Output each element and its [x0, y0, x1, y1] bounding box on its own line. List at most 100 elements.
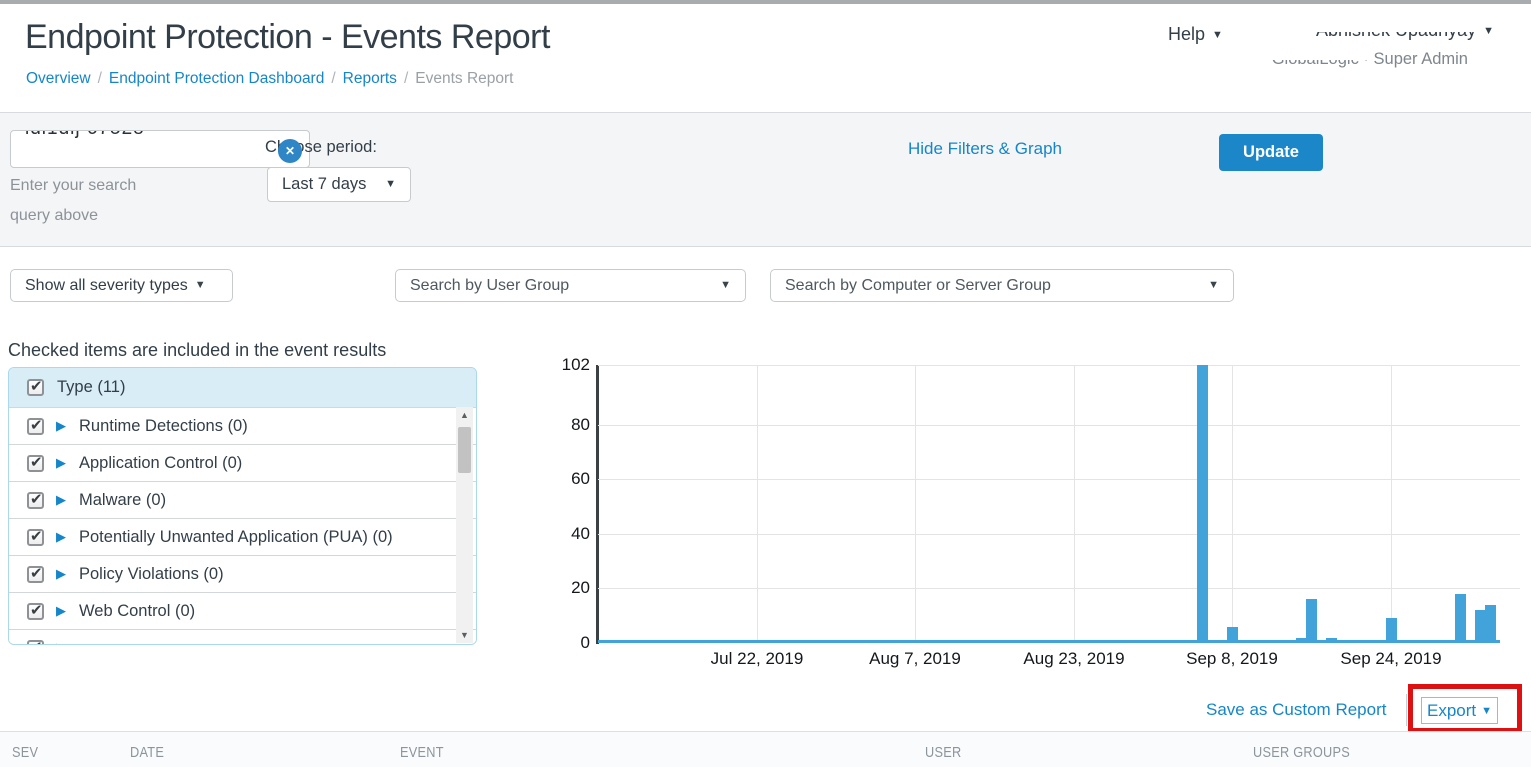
- checkbox[interactable]: ✔: [27, 455, 44, 472]
- chart-x-tick-label: Sep 24, 2019: [1321, 649, 1461, 669]
- expand-right-icon[interactable]: ▶: [56, 492, 66, 508]
- chart-bar: [1485, 605, 1496, 643]
- breadcrumb-item[interactable]: Endpoint Protection Dashboard: [109, 70, 324, 87]
- check-icon: ✔: [30, 527, 43, 545]
- checklist-item-label: Policy Violations (0): [79, 565, 224, 584]
- checklist-item-label: Runtime Detections (0): [79, 417, 248, 436]
- column-header: SEV: [12, 744, 38, 761]
- column-header: EVENT: [400, 744, 444, 761]
- chart-x-tick-label: Jul 22, 2019: [687, 649, 827, 669]
- save-custom-report-link[interactable]: Save as Custom Report: [1206, 700, 1386, 720]
- period-select[interactable]: Last 7 days▼: [267, 167, 411, 202]
- chart-bar: [1386, 618, 1397, 643]
- checklist-item-row: ✔ ▶ Malware (0): [9, 481, 476, 518]
- scrollbar[interactable]: ▲ ▼: [456, 407, 473, 643]
- chart-zero-line: [598, 640, 1500, 643]
- redaction-mask: [1269, 46, 1372, 60]
- breadcrumb-item[interactable]: Reports: [343, 70, 397, 87]
- chart-y-axis: [596, 365, 599, 644]
- checklist-item-row: ✔ ▶ Runtime Detections (0): [9, 407, 476, 444]
- top-strip: [0, 0, 1531, 4]
- checklist-item-label: Type (11): [57, 378, 125, 397]
- expand-right-icon[interactable]: ▶: [56, 418, 66, 434]
- computer-group-dropdown[interactable]: Search by Computer or Server Group▼: [770, 269, 1234, 302]
- checkbox[interactable]: ✔: [27, 566, 44, 583]
- chart-gridline-y: [598, 365, 1520, 366]
- chart-gridline-x: [1391, 365, 1392, 643]
- search-helper-line2: query above: [10, 207, 98, 225]
- column-header: DATE: [130, 744, 164, 761]
- expand-right-icon[interactable]: ▶: [56, 566, 66, 582]
- column-header: USER: [925, 744, 961, 761]
- chart-bar: [1475, 610, 1486, 643]
- chart-bar: [1306, 599, 1317, 643]
- search-helper-line1: Enter your search: [10, 177, 136, 195]
- checklist-heading: Checked items are included in the event …: [8, 340, 386, 361]
- breadcrumb-separator: /: [397, 70, 415, 87]
- events-table-header: SEVDATEEVENTUSERUSER GROUPS: [0, 731, 1531, 767]
- chevron-down-icon: ▼: [1208, 270, 1219, 301]
- breadcrumb-separator: /: [91, 70, 109, 87]
- check-icon: ✔: [30, 564, 43, 582]
- redaction-mask: [1313, 16, 1479, 32]
- event-type-checklist: ✔Type (11)✔▶Runtime Detections (0)✔▶Appl…: [8, 367, 477, 645]
- checklist-item-row: ✔▶Web Control (0): [9, 592, 476, 629]
- checkbox[interactable]: ✔: [27, 492, 44, 509]
- expand-right-icon[interactable]: ▶: [56, 455, 66, 471]
- checklist-item-row: ✔▶: [9, 629, 476, 645]
- search-value: ldl1dlj 67528: [25, 130, 145, 140]
- check-icon: ✔: [30, 377, 43, 395]
- chart-bar: [1227, 627, 1238, 643]
- checklist-item-row: ✔ ▶ Potentially Unwanted Application (PUA)…: [9, 518, 476, 555]
- user-role: Super Admin: [1374, 50, 1468, 68]
- chart-gridline-x: [757, 365, 758, 643]
- update-button[interactable]: Update: [1219, 134, 1323, 171]
- checklist-item-row: ✔ ▶ Policy Violations (0): [9, 555, 476, 592]
- scrollbar-thumb[interactable]: [458, 427, 471, 473]
- chart-gridline-x: [915, 365, 916, 643]
- severity-dropdown[interactable]: Show all severity types▼: [10, 269, 233, 302]
- checkbox[interactable]: ✔: [27, 603, 44, 620]
- user-name: Abhishek Upadhyay▼: [1272, 20, 1494, 41]
- scroll-down-icon[interactable]: ▼: [456, 627, 473, 643]
- hide-filters-link[interactable]: Hide Filters & Graph: [908, 139, 1062, 159]
- checkbox[interactable]: ✔: [27, 640, 44, 646]
- user-menu[interactable]: Abhishek Upadhyay▼ GlobalLogic · Super A…: [1272, 20, 1494, 69]
- chart-gridline-y: [598, 588, 1520, 589]
- annotation-red-box: [1408, 684, 1522, 733]
- checklist-item-row: ✔▶Application Control (0): [9, 444, 476, 481]
- help-menu[interactable]: Help▼: [1168, 24, 1223, 45]
- scroll-up-icon[interactable]: ▲: [456, 407, 473, 423]
- chart-bar: [1296, 638, 1307, 643]
- chart-y-tick-label: 40: [530, 524, 590, 544]
- chevron-down-icon: ▼: [1212, 29, 1223, 41]
- checkbox[interactable]: ✔: [27, 379, 44, 396]
- expand-right-icon[interactable]: ▶: [56, 603, 66, 619]
- clear-search-icon[interactable]: ✕: [278, 139, 302, 163]
- chart-y-tick-label: 102: [530, 355, 590, 375]
- breadcrumb: Overview/Endpoint Protection Dashboard/R…: [26, 70, 513, 88]
- chart-bar: [1455, 594, 1466, 643]
- checkbox[interactable]: ✔: [27, 418, 44, 435]
- checklist-item-label: Malware (0): [79, 491, 166, 510]
- chevron-down-icon: ▼: [195, 279, 206, 291]
- chart-gridline-y: [598, 479, 1520, 480]
- chart-y-tick-label: 80: [530, 415, 590, 435]
- checklist-item-label: Potentially Unwanted Application (PUA) (…: [79, 528, 393, 547]
- breadcrumb-item[interactable]: Overview: [26, 70, 91, 87]
- expand-right-icon[interactable]: ▶: [56, 529, 66, 545]
- check-icon: ✔: [30, 638, 43, 646]
- expand-right-icon[interactable]: ▶: [56, 640, 66, 645]
- page-title: Endpoint Protection - Events Report: [25, 18, 550, 57]
- user-group-dropdown[interactable]: Search by User Group▼: [395, 269, 746, 302]
- chart-bar: [1415, 640, 1426, 643]
- chart-x-tick-label: Sep 8, 2019: [1162, 649, 1302, 669]
- breadcrumb-item: Events Report: [415, 70, 513, 87]
- chart-bar: [1326, 638, 1337, 643]
- check-icon: ✔: [30, 601, 43, 619]
- checkbox[interactable]: ✔: [27, 529, 44, 546]
- user-org-role: GlobalLogic · Super Admin: [1272, 50, 1494, 69]
- chart-y-tick-label: 0: [530, 633, 590, 653]
- chart-x-tick-label: Aug 23, 2019: [1004, 649, 1144, 669]
- chart-gridline-y: [598, 534, 1520, 535]
